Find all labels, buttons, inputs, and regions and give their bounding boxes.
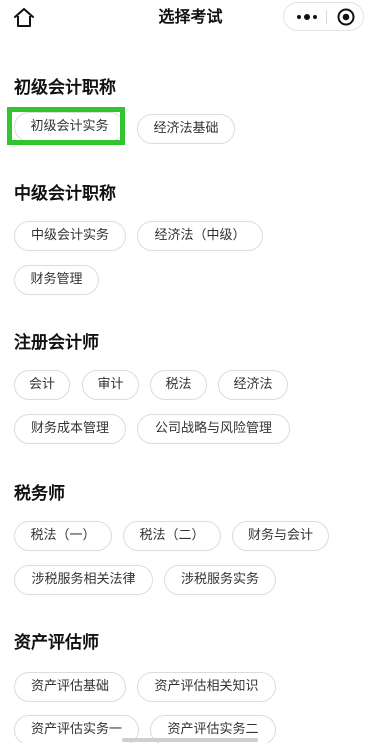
mini-program-capsule	[283, 2, 364, 31]
more-dots-icon[interactable]	[294, 3, 320, 30]
exam-select-page: 选择考试 初级会计职称 初级会计实务 经济法基础 中级会计职称 中级会计实务 经…	[0, 0, 381, 743]
exam-tag[interactable]: 财务成本管理	[14, 414, 126, 444]
exam-tag[interactable]: 经济法	[218, 370, 288, 400]
exam-tag[interactable]: 审计	[82, 370, 139, 400]
home-indicator	[122, 738, 258, 742]
section-title-intermediate-accountant: 中级会计职称	[14, 184, 116, 204]
target-close-icon[interactable]	[337, 8, 355, 26]
exam-tag[interactable]: 资产评估基础	[14, 672, 126, 702]
exam-tag[interactable]: 涉税服务相关法律	[14, 565, 153, 595]
exam-tag[interactable]: 财务与会计	[232, 521, 329, 551]
exam-tag[interactable]: 经济法基础	[137, 114, 235, 144]
exam-tag[interactable]: 税法	[150, 370, 207, 400]
selected-highlight	[7, 107, 125, 145]
top-nav-bar: 选择考试	[0, 0, 381, 36]
exam-tag[interactable]: 涉税服务实务	[164, 565, 276, 595]
capsule-divider	[326, 10, 327, 24]
section-title-tax-agent: 税务师	[14, 484, 65, 504]
exam-tag[interactable]: 中级会计实务	[14, 221, 126, 251]
exam-tag[interactable]: 会计	[14, 370, 70, 400]
exam-tag[interactable]: 资产评估相关知识	[137, 672, 276, 702]
section-title-junior-accountant: 初级会计职称	[14, 78, 116, 98]
exam-tag[interactable]: 财务管理	[14, 265, 99, 295]
section-title-cpa: 注册会计师	[14, 333, 99, 353]
section-title-asset-appraiser: 资产评估师	[14, 633, 99, 653]
exam-tag[interactable]: 税法（二）	[123, 521, 221, 551]
exam-tag[interactable]: 公司战略与风险管理	[137, 414, 290, 444]
exam-tag[interactable]: 经济法（中级）	[137, 221, 263, 251]
exam-tag[interactable]: 资产评估实务一	[14, 715, 139, 743]
exam-tag[interactable]: 税法（一）	[14, 521, 112, 551]
